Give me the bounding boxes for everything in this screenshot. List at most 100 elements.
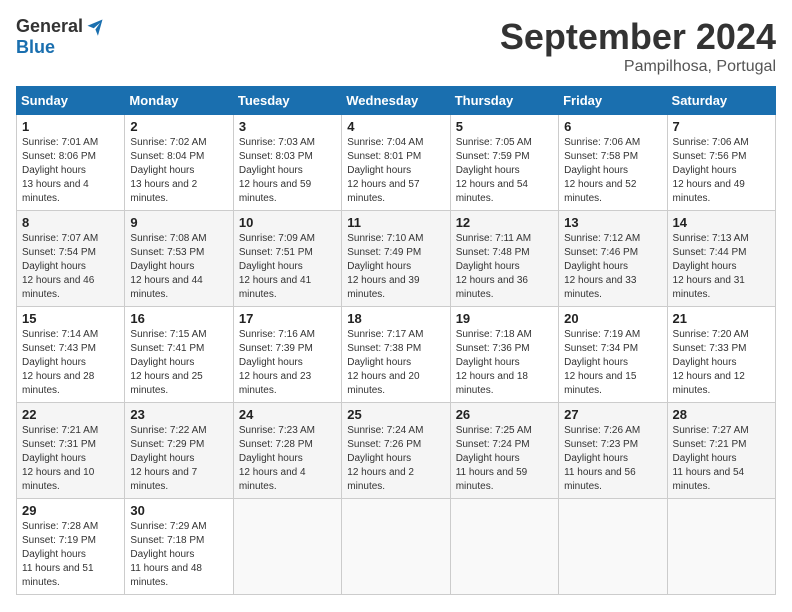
day-info: Sunrise: 7:08 AM Sunset: 7:53 PM Dayligh…	[130, 232, 227, 302]
day-info: Sunrise: 7:18 AM Sunset: 7:36 PM Dayligh…	[456, 328, 553, 398]
day-info: Sunrise: 7:25 AM Sunset: 7:24 PM Dayligh…	[456, 424, 553, 494]
table-row: 25 Sunrise: 7:24 AM Sunset: 7:26 PM Dayl…	[342, 403, 450, 499]
day-info: Sunrise: 7:15 AM Sunset: 7:41 PM Dayligh…	[130, 328, 227, 398]
day-number: 28	[673, 407, 770, 422]
day-number: 27	[564, 407, 661, 422]
day-info: Sunrise: 7:06 AM Sunset: 7:56 PM Dayligh…	[673, 136, 770, 206]
table-row: 30 Sunrise: 7:29 AM Sunset: 7:18 PM Dayl…	[125, 499, 233, 595]
calendar-week-row: 22 Sunrise: 7:21 AM Sunset: 7:31 PM Dayl…	[17, 403, 776, 499]
calendar-header-row: Sunday Monday Tuesday Wednesday Thursday…	[17, 87, 776, 115]
table-row: 12 Sunrise: 7:11 AM Sunset: 7:48 PM Dayl…	[450, 211, 558, 307]
day-info: Sunrise: 7:21 AM Sunset: 7:31 PM Dayligh…	[22, 424, 119, 494]
day-info: Sunrise: 7:19 AM Sunset: 7:34 PM Dayligh…	[564, 328, 661, 398]
table-row: 28 Sunrise: 7:27 AM Sunset: 7:21 PM Dayl…	[667, 403, 775, 499]
day-number: 25	[347, 407, 444, 422]
table-row: 4 Sunrise: 7:04 AM Sunset: 8:01 PM Dayli…	[342, 115, 450, 211]
table-row: 6 Sunrise: 7:06 AM Sunset: 7:58 PM Dayli…	[559, 115, 667, 211]
table-row: 17 Sunrise: 7:16 AM Sunset: 7:39 PM Dayl…	[233, 307, 341, 403]
day-number: 9	[130, 215, 227, 230]
day-info: Sunrise: 7:22 AM Sunset: 7:29 PM Dayligh…	[130, 424, 227, 494]
day-info: Sunrise: 7:24 AM Sunset: 7:26 PM Dayligh…	[347, 424, 444, 494]
day-info: Sunrise: 7:20 AM Sunset: 7:33 PM Dayligh…	[673, 328, 770, 398]
table-row: 7 Sunrise: 7:06 AM Sunset: 7:56 PM Dayli…	[667, 115, 775, 211]
day-info: Sunrise: 7:02 AM Sunset: 8:04 PM Dayligh…	[130, 136, 227, 206]
day-info: Sunrise: 7:06 AM Sunset: 7:58 PM Dayligh…	[564, 136, 661, 206]
table-row: 20 Sunrise: 7:19 AM Sunset: 7:34 PM Dayl…	[559, 307, 667, 403]
month-title: September 2024	[500, 16, 776, 58]
table-row: 10 Sunrise: 7:09 AM Sunset: 7:51 PM Dayl…	[233, 211, 341, 307]
day-info: Sunrise: 7:23 AM Sunset: 7:28 PM Dayligh…	[239, 424, 336, 494]
day-number: 24	[239, 407, 336, 422]
col-wednesday: Wednesday	[342, 87, 450, 115]
table-row: 15 Sunrise: 7:14 AM Sunset: 7:43 PM Dayl…	[17, 307, 125, 403]
table-row: 19 Sunrise: 7:18 AM Sunset: 7:36 PM Dayl…	[450, 307, 558, 403]
table-row	[559, 499, 667, 595]
title-section: September 2024 Pampilhosa, Portugal	[500, 16, 776, 76]
calendar-table: Sunday Monday Tuesday Wednesday Thursday…	[16, 86, 776, 595]
day-info: Sunrise: 7:04 AM Sunset: 8:01 PM Dayligh…	[347, 136, 444, 206]
day-number: 3	[239, 119, 336, 134]
table-row	[667, 499, 775, 595]
table-row: 8 Sunrise: 7:07 AM Sunset: 7:54 PM Dayli…	[17, 211, 125, 307]
day-info: Sunrise: 7:28 AM Sunset: 7:19 PM Dayligh…	[22, 520, 119, 590]
day-number: 2	[130, 119, 227, 134]
table-row: 16 Sunrise: 7:15 AM Sunset: 7:41 PM Dayl…	[125, 307, 233, 403]
day-number: 1	[22, 119, 119, 134]
table-row: 27 Sunrise: 7:26 AM Sunset: 7:23 PM Dayl…	[559, 403, 667, 499]
logo-bird-icon	[85, 17, 105, 37]
day-number: 29	[22, 503, 119, 518]
day-info: Sunrise: 7:05 AM Sunset: 7:59 PM Dayligh…	[456, 136, 553, 206]
col-saturday: Saturday	[667, 87, 775, 115]
table-row: 26 Sunrise: 7:25 AM Sunset: 7:24 PM Dayl…	[450, 403, 558, 499]
day-info: Sunrise: 7:27 AM Sunset: 7:21 PM Dayligh…	[673, 424, 770, 494]
day-info: Sunrise: 7:10 AM Sunset: 7:49 PM Dayligh…	[347, 232, 444, 302]
logo-general-text: General	[16, 16, 83, 37]
day-info: Sunrise: 7:03 AM Sunset: 8:03 PM Dayligh…	[239, 136, 336, 206]
day-info: Sunrise: 7:14 AM Sunset: 7:43 PM Dayligh…	[22, 328, 119, 398]
table-row	[233, 499, 341, 595]
table-row: 13 Sunrise: 7:12 AM Sunset: 7:46 PM Dayl…	[559, 211, 667, 307]
logo-blue-text: Blue	[16, 37, 55, 58]
day-number: 26	[456, 407, 553, 422]
day-info: Sunrise: 7:17 AM Sunset: 7:38 PM Dayligh…	[347, 328, 444, 398]
table-row: 21 Sunrise: 7:20 AM Sunset: 7:33 PM Dayl…	[667, 307, 775, 403]
day-info: Sunrise: 7:09 AM Sunset: 7:51 PM Dayligh…	[239, 232, 336, 302]
day-number: 23	[130, 407, 227, 422]
day-number: 14	[673, 215, 770, 230]
calendar-week-row: 29 Sunrise: 7:28 AM Sunset: 7:19 PM Dayl…	[17, 499, 776, 595]
day-number: 10	[239, 215, 336, 230]
page-header: General Blue September 2024 Pampilhosa, …	[16, 16, 776, 76]
calendar-week-row: 15 Sunrise: 7:14 AM Sunset: 7:43 PM Dayl…	[17, 307, 776, 403]
table-row: 5 Sunrise: 7:05 AM Sunset: 7:59 PM Dayli…	[450, 115, 558, 211]
day-number: 11	[347, 215, 444, 230]
col-friday: Friday	[559, 87, 667, 115]
day-number: 22	[22, 407, 119, 422]
day-number: 17	[239, 311, 336, 326]
location-subtitle: Pampilhosa, Portugal	[500, 58, 776, 76]
day-info: Sunrise: 7:12 AM Sunset: 7:46 PM Dayligh…	[564, 232, 661, 302]
logo: General Blue	[16, 16, 105, 58]
day-number: 30	[130, 503, 227, 518]
day-info: Sunrise: 7:11 AM Sunset: 7:48 PM Dayligh…	[456, 232, 553, 302]
table-row: 23 Sunrise: 7:22 AM Sunset: 7:29 PM Dayl…	[125, 403, 233, 499]
day-info: Sunrise: 7:29 AM Sunset: 7:18 PM Dayligh…	[130, 520, 227, 590]
day-number: 16	[130, 311, 227, 326]
col-sunday: Sunday	[17, 87, 125, 115]
table-row: 18 Sunrise: 7:17 AM Sunset: 7:38 PM Dayl…	[342, 307, 450, 403]
col-monday: Monday	[125, 87, 233, 115]
day-info: Sunrise: 7:13 AM Sunset: 7:44 PM Dayligh…	[673, 232, 770, 302]
day-number: 13	[564, 215, 661, 230]
day-info: Sunrise: 7:07 AM Sunset: 7:54 PM Dayligh…	[22, 232, 119, 302]
day-number: 19	[456, 311, 553, 326]
day-number: 6	[564, 119, 661, 134]
table-row: 3 Sunrise: 7:03 AM Sunset: 8:03 PM Dayli…	[233, 115, 341, 211]
table-row: 2 Sunrise: 7:02 AM Sunset: 8:04 PM Dayli…	[125, 115, 233, 211]
day-number: 18	[347, 311, 444, 326]
day-info: Sunrise: 7:01 AM Sunset: 8:06 PM Dayligh…	[22, 136, 119, 206]
day-number: 20	[564, 311, 661, 326]
table-row: 22 Sunrise: 7:21 AM Sunset: 7:31 PM Dayl…	[17, 403, 125, 499]
col-tuesday: Tuesday	[233, 87, 341, 115]
day-info: Sunrise: 7:16 AM Sunset: 7:39 PM Dayligh…	[239, 328, 336, 398]
calendar-week-row: 1 Sunrise: 7:01 AM Sunset: 8:06 PM Dayli…	[17, 115, 776, 211]
day-info: Sunrise: 7:26 AM Sunset: 7:23 PM Dayligh…	[564, 424, 661, 494]
